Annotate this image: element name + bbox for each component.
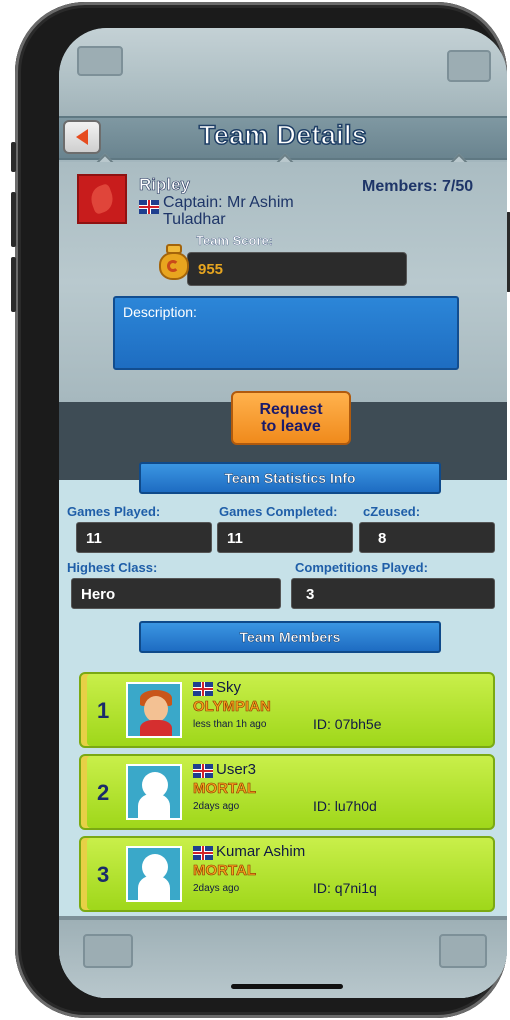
member-class: OLYMPIAN xyxy=(193,698,271,716)
team-statistics-banner: Team Statistics Info xyxy=(139,462,441,494)
games-completed-label: Games Completed: xyxy=(219,504,338,519)
silent-switch xyxy=(11,142,16,172)
members-count: Members: 7/50 xyxy=(362,178,473,196)
phone-frame: Team Details Ripley Members: 7/50 Captai… xyxy=(11,2,510,1018)
member-rank: 2 xyxy=(97,780,110,805)
member-id: ID: 07bh5e xyxy=(313,716,382,732)
member-class: MORTAL xyxy=(193,862,257,880)
description-label: Description: xyxy=(123,304,197,320)
uk-flag-icon xyxy=(193,764,213,778)
volume-down-button xyxy=(11,257,16,312)
request-leave-button[interactable]: Request to leave xyxy=(231,391,351,445)
avatar xyxy=(126,764,182,820)
member-last-seen: 2days ago xyxy=(193,883,240,894)
members-label: Members: xyxy=(362,178,443,195)
team-logo-icon xyxy=(77,174,127,224)
captain-name: Captain: Mr Ashim Tuladhar xyxy=(163,194,294,228)
stone-block xyxy=(439,934,487,968)
team-members-banner: Team Members xyxy=(139,621,441,653)
member-rank: 1 xyxy=(97,698,110,723)
avatar xyxy=(126,682,182,738)
description-box: Description: xyxy=(113,296,459,370)
member-name: User3 xyxy=(216,761,257,778)
member-card[interactable]: 1 Sky OLYMPIAN less than 1h ago ID: 07bh… xyxy=(79,672,495,748)
competitions-played-label: Competitions Played: xyxy=(295,560,428,575)
stone-header-bg xyxy=(59,28,507,123)
member-id: ID: lu7h0d xyxy=(313,798,377,814)
team-score-value: 955 xyxy=(187,252,407,286)
member-card[interactable]: 2 User3 MORTAL 2days ago ID: lu7h0d xyxy=(79,754,495,830)
member-name: Sky xyxy=(216,679,242,696)
highest-class-value: Hero xyxy=(71,578,281,609)
member-last-seen: 2days ago xyxy=(193,801,240,812)
games-played-label: Games Played: xyxy=(67,504,161,519)
uk-flag-icon xyxy=(193,846,213,860)
score-pot-icon xyxy=(157,242,193,282)
games-completed-value: 11 xyxy=(217,522,353,553)
member-class: MORTAL xyxy=(193,780,257,798)
uk-flag-icon xyxy=(139,200,159,214)
leave-label-line1: Request xyxy=(259,401,323,418)
screen: Team Details Ripley Members: 7/50 Captai… xyxy=(59,28,507,998)
team-name: Ripley xyxy=(139,175,191,195)
member-last-seen: less than 1h ago xyxy=(193,719,267,730)
czeused-label: cZeused: xyxy=(363,504,421,519)
leave-label-line2: to leave xyxy=(261,418,321,435)
member-rank: 3 xyxy=(97,862,110,887)
stone-block xyxy=(83,934,133,968)
games-played-value: 11 xyxy=(76,522,212,553)
home-indicator[interactable] xyxy=(231,984,343,989)
member-name: Kumar Ashim xyxy=(216,843,306,860)
member-id: ID: q7ni1q xyxy=(313,880,377,896)
uk-flag-icon xyxy=(193,682,213,696)
page-title: Team Details xyxy=(198,119,368,151)
highest-class-label: Highest Class: xyxy=(67,560,158,575)
stone-block xyxy=(447,50,491,82)
members-value: 7/50 xyxy=(442,178,474,195)
czeused-value: 8 xyxy=(359,522,495,553)
logo-emblem xyxy=(87,183,117,215)
team-score-label: Team Score: xyxy=(196,233,274,248)
stone-block xyxy=(77,46,123,76)
volume-up-button xyxy=(11,192,16,247)
competitions-played-value: 3 xyxy=(291,578,495,609)
avatar xyxy=(126,846,182,902)
member-card[interactable]: 3 Kumar Ashim MORTAL 2days ago ID: q7ni1… xyxy=(79,836,495,912)
